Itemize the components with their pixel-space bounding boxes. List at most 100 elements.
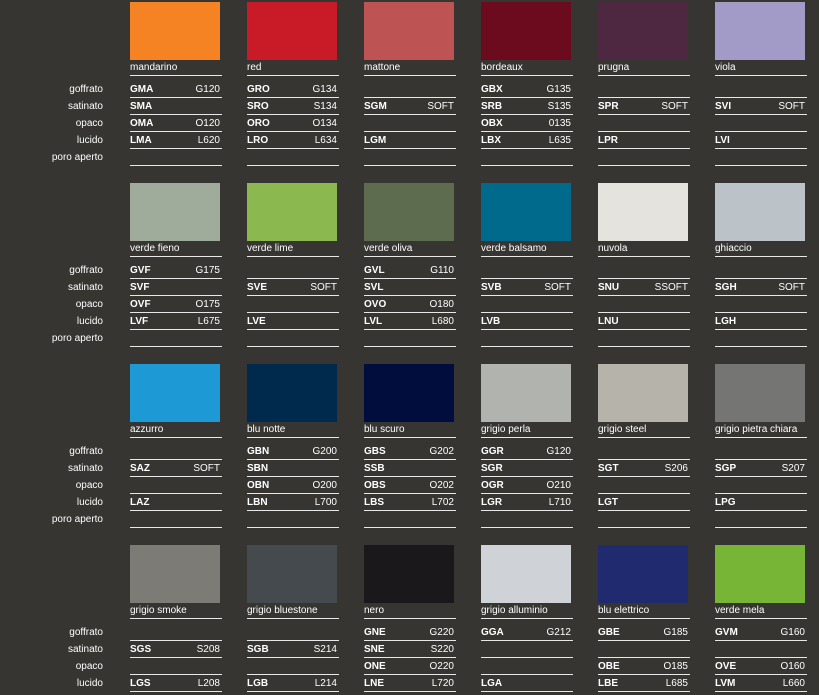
divider-line <box>130 618 222 619</box>
divider-line <box>598 97 690 98</box>
divider-line <box>130 476 222 477</box>
divider-line <box>247 493 339 494</box>
divider-line <box>364 312 456 313</box>
divider-line <box>481 657 573 658</box>
finish-number: G135 <box>546 84 571 95</box>
finish-number: G134 <box>312 84 337 95</box>
finish-code: ORO <box>247 118 270 129</box>
finish-code: GVF <box>130 265 151 276</box>
finish-number: O210 <box>546 480 571 491</box>
divider-line <box>130 437 222 438</box>
finish-code: SGB <box>247 644 269 655</box>
divider-line <box>247 657 339 658</box>
finish-code: OBX <box>481 118 503 129</box>
finish-code: SVI <box>715 101 732 112</box>
divider-line <box>364 256 456 257</box>
finish-code: LPG <box>715 497 736 508</box>
finish-code: SGT <box>598 463 619 474</box>
divider-line <box>598 148 690 149</box>
finish-code: OGR <box>481 480 504 491</box>
color-swatch <box>715 183 805 241</box>
color-name: red <box>247 62 262 73</box>
finish-label-opaco: opaco <box>75 118 103 129</box>
finish-label-lucido: lucido <box>76 316 103 327</box>
divider-line <box>481 674 573 675</box>
finish-number: SOFT <box>544 282 571 293</box>
divider-line <box>598 131 690 132</box>
divider-line <box>598 329 690 330</box>
divider-line <box>481 691 573 692</box>
divider-line <box>130 510 222 511</box>
finish-label-satinato: satinato <box>67 101 103 112</box>
divider-line <box>130 691 222 692</box>
finish-label-lucido: lucido <box>76 678 103 689</box>
divider-line <box>715 640 807 641</box>
finish-number: SSOFT <box>654 282 688 293</box>
divider-line <box>247 165 339 166</box>
color-swatch <box>481 2 571 60</box>
divider-line <box>715 295 807 296</box>
divider-line <box>481 346 573 347</box>
color-swatch <box>364 183 454 241</box>
color-name: ghiaccio <box>715 243 752 254</box>
finish-code: LNE <box>364 678 384 689</box>
divider-line <box>598 312 690 313</box>
divider-line <box>598 165 690 166</box>
finish-code: LVE <box>247 316 266 327</box>
color-name: nuvola <box>598 243 628 254</box>
finish-label-satinato: satinato <box>67 463 103 474</box>
divider-line <box>481 527 573 528</box>
divider-line <box>598 640 690 641</box>
finish-code: ONE <box>364 661 386 672</box>
color-swatch <box>598 2 688 60</box>
color-name: nero <box>364 605 385 616</box>
finish-number: L208 <box>197 678 220 689</box>
divider-line <box>130 459 222 460</box>
divider-line <box>364 476 456 477</box>
finish-code: OBE <box>598 661 620 672</box>
finish-number: O185 <box>663 661 688 672</box>
finish-code: SGM <box>364 101 387 112</box>
divider-line <box>364 97 456 98</box>
finish-code: SVL <box>364 282 384 293</box>
divider-line <box>364 493 456 494</box>
divider-line <box>364 278 456 279</box>
divider-line <box>364 640 456 641</box>
finish-code: LGR <box>481 497 503 508</box>
color-swatch <box>715 545 805 603</box>
finish-code: LBX <box>481 135 501 146</box>
finish-label-satinato: satinato <box>67 282 103 293</box>
finish-code: SGP <box>715 463 737 474</box>
finish-code: OVF <box>130 299 151 310</box>
finish-code: LBS <box>364 497 384 508</box>
finish-number: S208 <box>196 644 220 655</box>
finish-number: G202 <box>429 446 454 457</box>
finish-number: SOFT <box>310 282 337 293</box>
color-swatch <box>247 2 337 60</box>
finish-code: LGT <box>598 497 618 508</box>
divider-line <box>481 278 573 279</box>
divider-line <box>364 657 456 658</box>
color-swatch <box>247 183 337 241</box>
divider-line <box>481 476 573 477</box>
finish-label-opaco: opaco <box>75 299 103 310</box>
divider-line <box>130 674 222 675</box>
finish-number: G110 <box>430 265 454 276</box>
divider-line <box>598 256 690 257</box>
finish-label-opaco: opaco <box>75 661 103 672</box>
divider-line <box>364 165 456 166</box>
divider-line <box>598 459 690 460</box>
divider-line <box>247 114 339 115</box>
divider-line <box>130 97 222 98</box>
divider-line <box>598 493 690 494</box>
color-name: verde lime <box>247 243 294 254</box>
finish-label-lucido: lucido <box>76 135 103 146</box>
divider-line <box>130 312 222 313</box>
finish-code: OVO <box>364 299 387 310</box>
color-name: blu scuro <box>364 424 405 435</box>
color-name: verde oliva <box>364 243 413 254</box>
finish-number: SOFT <box>661 101 688 112</box>
finish-label-poro-aperto: poro aperto <box>51 333 103 344</box>
divider-line <box>247 295 339 296</box>
divider-line <box>364 527 456 528</box>
